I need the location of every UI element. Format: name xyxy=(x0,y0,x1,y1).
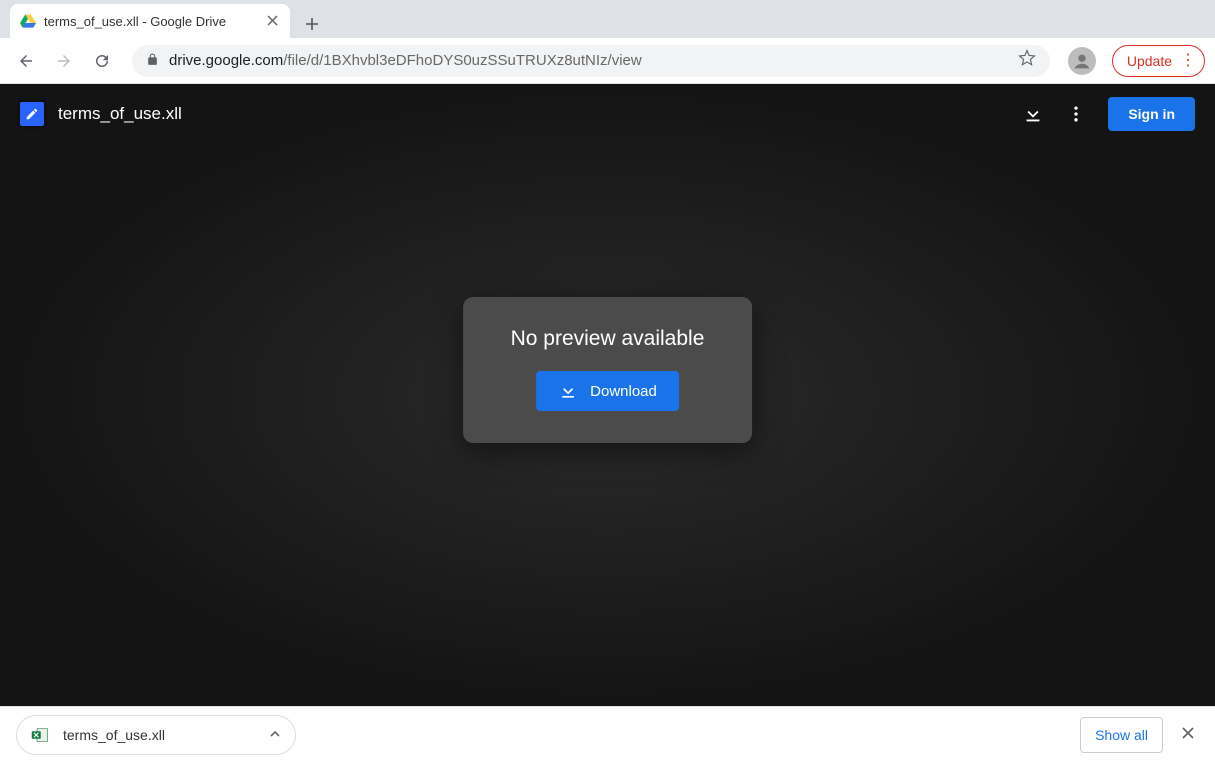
address-bar[interactable]: drive.google.com/file/d/1BXhvbl3eDFhoDYS… xyxy=(132,45,1050,77)
forward-button[interactable] xyxy=(48,45,80,77)
chevron-up-icon[interactable] xyxy=(269,727,281,743)
file-type-icon xyxy=(20,102,44,126)
new-tab-button[interactable] xyxy=(298,10,326,38)
tab-title: terms_of_use.xll - Google Drive xyxy=(44,14,226,29)
download-shelf: terms_of_use.xll Show all xyxy=(0,706,1215,762)
excel-file-icon xyxy=(31,726,49,744)
browser-tab-active[interactable]: terms_of_use.xll - Google Drive xyxy=(10,4,290,38)
profile-avatar-icon[interactable] xyxy=(1068,47,1096,75)
lock-icon xyxy=(146,53,159,69)
drive-preview-viewer: terms_of_use.xll Sign in No preview avai… xyxy=(0,84,1215,706)
download-button[interactable]: Download xyxy=(536,371,679,411)
url-path: /file/d/1BXhvbl3eDFhoDYS0uzSSuTRUXz8utNI… xyxy=(283,52,642,69)
url-text: drive.google.com/file/d/1BXhvbl3eDFhoDYS… xyxy=(169,52,642,69)
tab-close-icon[interactable] xyxy=(265,11,280,31)
tab-strip: terms_of_use.xll - Google Drive xyxy=(0,0,1215,38)
back-button[interactable] xyxy=(10,45,42,77)
menu-dots-icon: ⋮ xyxy=(1180,53,1194,69)
download-icon-button[interactable] xyxy=(1022,103,1044,125)
download-icon xyxy=(558,381,578,401)
google-drive-icon xyxy=(20,13,36,29)
no-preview-panel: No preview available Download xyxy=(463,297,753,443)
close-download-shelf-button[interactable] xyxy=(1177,720,1199,749)
browser-toolbar: drive.google.com/file/d/1BXhvbl3eDFhoDYS… xyxy=(0,38,1215,84)
download-button-label: Download xyxy=(590,383,657,400)
url-host: drive.google.com xyxy=(169,52,283,69)
update-label: Update xyxy=(1127,53,1172,69)
show-all-downloads-button[interactable]: Show all xyxy=(1080,717,1163,753)
reload-button[interactable] xyxy=(86,45,118,77)
sign-in-button[interactable]: Sign in xyxy=(1108,97,1195,131)
browser-update-button[interactable]: Update ⋮ xyxy=(1112,45,1205,77)
bookmark-star-icon[interactable] xyxy=(1018,49,1036,72)
more-actions-button[interactable] xyxy=(1066,104,1086,124)
viewer-header: terms_of_use.xll Sign in xyxy=(0,84,1215,144)
download-item[interactable]: terms_of_use.xll xyxy=(16,715,296,755)
viewer-filename: terms_of_use.xll xyxy=(58,104,182,124)
download-item-filename: terms_of_use.xll xyxy=(63,727,165,743)
no-preview-text: No preview available xyxy=(511,327,705,351)
